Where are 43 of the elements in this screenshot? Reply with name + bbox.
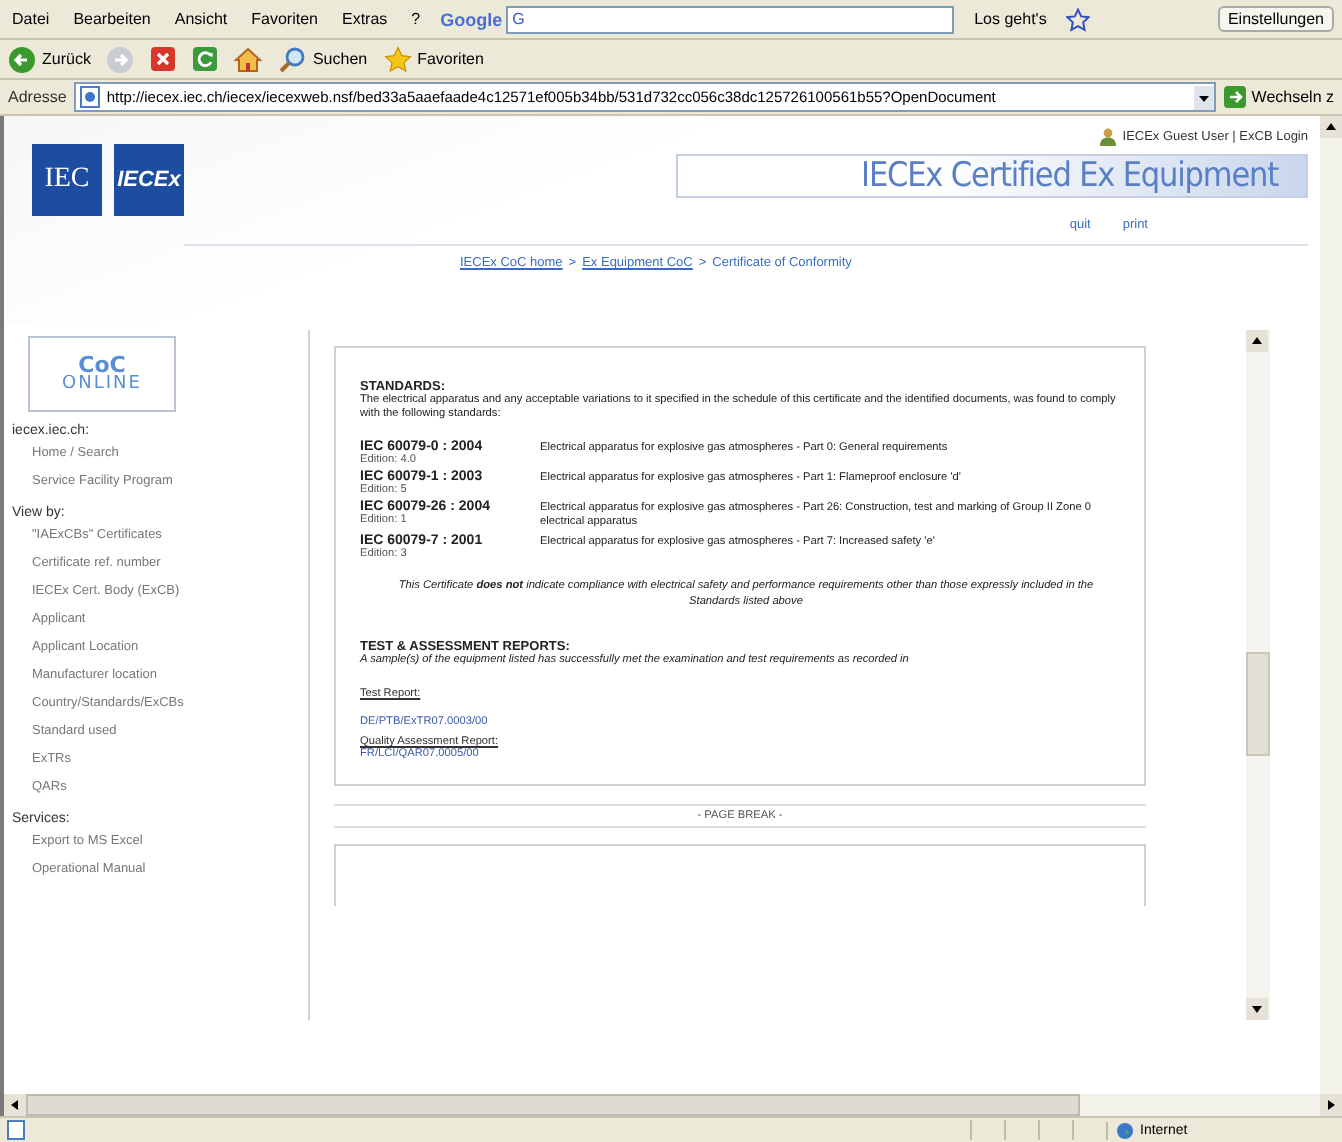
iecex-logo: IECEx: [114, 144, 184, 216]
favorites-button[interactable]: Favoriten: [383, 45, 484, 73]
address-label: Adresse: [8, 88, 67, 106]
page-icon: [80, 86, 101, 108]
scroll-left-icon[interactable]: [4, 1094, 26, 1116]
horizontal-scrollbar[interactable]: [0, 1094, 1342, 1116]
scroll-thumb[interactable]: [1246, 652, 1270, 756]
iec-logo: IEC: [32, 144, 102, 216]
scroll-up-icon[interactable]: [1320, 116, 1342, 138]
refresh-icon[interactable]: [192, 46, 219, 72]
user-icon: [1100, 128, 1117, 146]
settings-button[interactable]: Einstellungen: [1217, 6, 1334, 32]
search-field[interactable]: G: [506, 5, 955, 33]
frame-scrollbar[interactable]: [1246, 330, 1270, 1020]
google-toolbar-search[interactable]: Google G: [440, 5, 955, 33]
star-icon[interactable]: [383, 45, 412, 73]
dropdown-icon[interactable]: [1193, 85, 1214, 109]
google-logo: Google: [440, 9, 503, 29]
site-title: IECEx Certified Ex Equipment: [676, 154, 1308, 198]
go-arrow-icon: [1223, 86, 1246, 108]
home-icon[interactable]: [234, 46, 263, 72]
stop-icon[interactable]: [150, 46, 177, 72]
scroll-up-icon[interactable]: [1246, 330, 1268, 352]
menu-item[interactable]: ?: [407, 8, 425, 30]
scroll-right-icon[interactable]: [1320, 1094, 1342, 1116]
coc-online-logo: CoC ONLINE: [28, 336, 176, 412]
star-icon[interactable]: [1066, 7, 1091, 31]
back-icon[interactable]: [8, 45, 36, 73]
scroll-down-icon[interactable]: [1246, 998, 1268, 1020]
search-icon[interactable]: [278, 45, 307, 73]
go-button[interactable]: Los geht's: [970, 8, 1051, 30]
search-button[interactable]: Suchen: [278, 45, 368, 73]
menu-item[interactable]: Extras: [337, 8, 392, 30]
back-button[interactable]: Zurück: [8, 45, 91, 73]
menu-item[interactable]: Bearbeiten: [69, 8, 155, 30]
globe-icon: [1116, 1121, 1134, 1139]
page-icon: [6, 1120, 26, 1140]
page-scrollbar[interactable]: [1320, 116, 1342, 1094]
menu-item[interactable]: Datei: [8, 8, 54, 30]
scroll-thumb[interactable]: [26, 1094, 1080, 1116]
menu-item[interactable]: Favoriten: [247, 8, 322, 30]
menu-item[interactable]: Ansicht: [170, 8, 232, 30]
go-button[interactable]: Wechseln z: [1223, 86, 1334, 108]
